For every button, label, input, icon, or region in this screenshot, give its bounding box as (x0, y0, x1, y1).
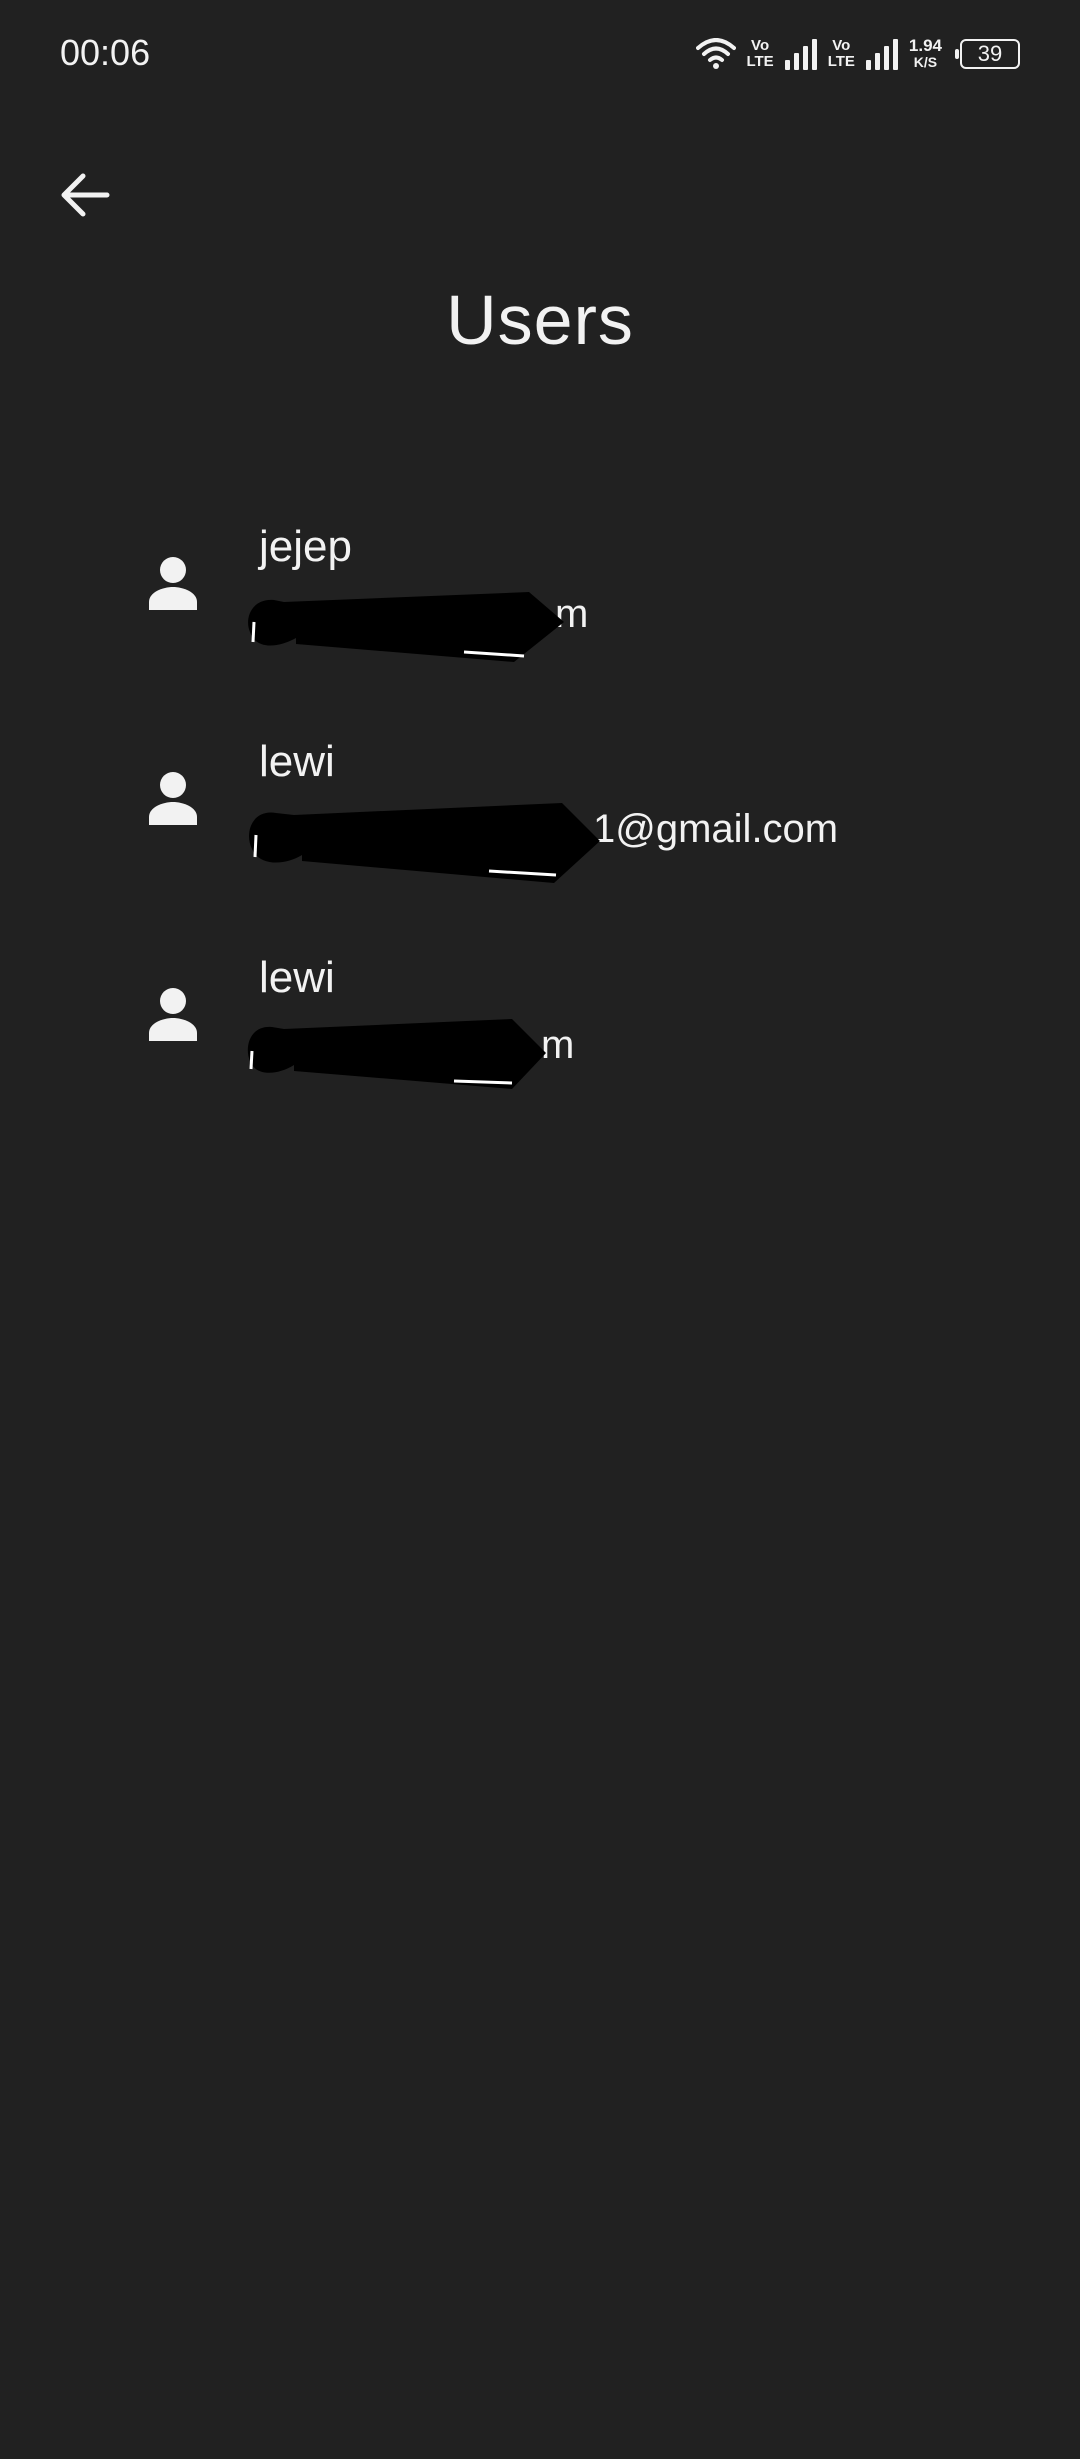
status-icons: Vo LTE Vo LTE 1.94 K/S 39 (696, 34, 1020, 74)
list-item[interactable]: lewi m (0, 941, 1080, 1141)
list-item[interactable]: jejep m (0, 510, 1080, 710)
user-name: lewi (259, 953, 335, 1002)
list-item[interactable]: lewi 1@gmail.com (0, 725, 1080, 925)
redaction-scribble (249, 803, 600, 883)
person-icon (149, 772, 197, 825)
status-bar: 00:06 Vo LTE Vo LTE 1.94 K/S 39 (0, 0, 1080, 110)
user-name: lewi (259, 737, 335, 786)
user-name: jejep (259, 522, 352, 571)
back-button[interactable] (50, 160, 120, 230)
battery-icon: 39 (955, 39, 1020, 69)
volte-icon: Vo LTE (746, 37, 774, 70)
signal-icon (865, 39, 898, 70)
redaction-scribble (248, 592, 565, 662)
battery-level: 39 (977, 41, 1003, 66)
network-speed: 1.94 K/S (908, 36, 942, 70)
person-icon (149, 557, 197, 610)
status-time: 00:06 (60, 32, 151, 73)
wifi-icon (696, 38, 737, 69)
person-icon (149, 988, 197, 1041)
volte-icon: Vo LTE (827, 37, 855, 70)
redaction-scribble (247, 1019, 546, 1089)
arrow-left-icon (61, 173, 110, 217)
user-email: 1@gmail.com (593, 807, 839, 851)
page-title: Users (446, 281, 634, 359)
signal-icon (784, 39, 817, 70)
